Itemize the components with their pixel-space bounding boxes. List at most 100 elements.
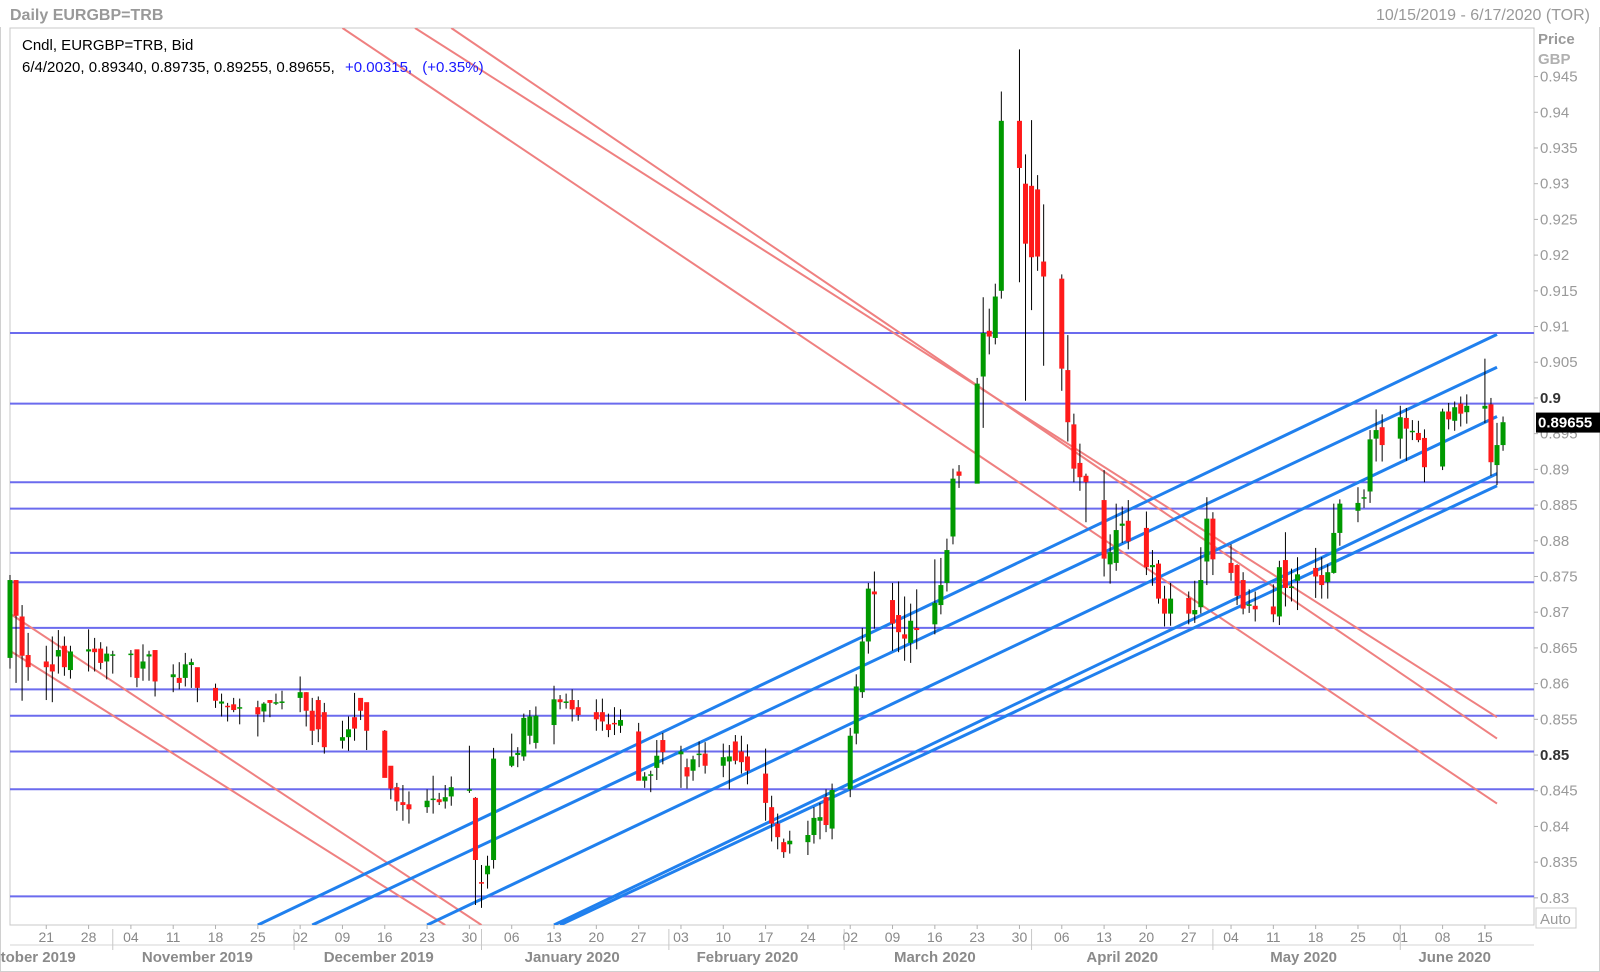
candle-body [599,712,605,722]
date-tick-label: 06 [1054,929,1070,945]
candle-body [382,730,388,778]
candle[interactable] [521,713,527,761]
candle-body [303,692,309,711]
price-tick-label: 0.915 [1540,283,1578,300]
candle-body [726,756,732,762]
candle-body [1373,430,1379,439]
month-label: December 2019 [324,949,434,966]
date-tick-label: 18 [208,929,224,945]
candle-body [1482,405,1488,409]
candle-body [346,729,352,738]
candle-body [110,654,116,656]
candle-body [448,787,454,797]
price-tick-label: 0.92 [1540,247,1569,264]
candle-body [478,882,484,884]
month-label: June 2020 [1418,949,1491,966]
price-tick-label: 0.935 [1540,140,1578,157]
candle[interactable] [1035,175,1041,271]
date-tick-label: 21 [38,929,54,945]
candle-body [466,789,472,791]
candle-body [1446,411,1452,420]
candle-body [890,600,896,624]
candle-body [908,620,914,643]
candle-body [1077,462,1083,478]
candle-body [1440,411,1446,467]
candle-body [55,650,61,657]
candle-body [1421,437,1427,468]
candle[interactable] [1276,560,1282,626]
candle-body [702,753,708,766]
candle-body [1415,432,1421,441]
candle-body [1337,503,1343,533]
candle-body [182,664,188,678]
candle-body [509,756,515,766]
candle-body [902,634,908,639]
candle[interactable] [974,377,980,484]
date-tick-label: 09 [885,929,901,945]
candle[interactable] [491,747,497,869]
candle-body [605,724,611,731]
month-label: February 2020 [697,949,799,966]
candle[interactable] [950,468,956,545]
candle-body [1240,580,1246,609]
candle-body [678,751,684,755]
chart-root: Daily EURGBP=TRB 10/15/2019 - 6/17/2020 … [0,0,1600,972]
date-tick-label: 13 [1096,929,1112,945]
candle[interactable] [847,727,853,798]
date-tick-label: 06 [504,929,520,945]
candle-body [485,865,491,875]
candle-body [1452,407,1458,421]
candle-body [1464,405,1470,413]
candle-body [575,707,581,716]
price-axis-title: Price [1538,31,1575,48]
candle-body [49,664,55,672]
candle-body [1246,604,1252,606]
candle[interactable] [7,575,13,669]
candle[interactable] [382,730,388,778]
candle-body [1331,532,1337,573]
price-tick-label: 0.925 [1540,211,1578,228]
candle-body [43,661,49,668]
candle-body [1458,403,1464,414]
candle[interactable] [1155,560,1161,604]
candle-body [1488,404,1494,463]
price-tick-label: 0.84 [1540,818,1569,835]
candle[interactable] [636,722,642,781]
candle-body [1367,439,1373,492]
candle-body [1204,518,1210,562]
candle-body [237,707,243,709]
date-tick-label: 23 [969,929,985,945]
candlestick-chart[interactable]: Daily EURGBP=TRB 10/15/2019 - 6/17/2020 … [0,0,1600,972]
date-tick-label: 25 [1350,929,1366,945]
candle-body [273,702,279,704]
candle[interactable] [1440,408,1446,471]
candle-body [720,757,726,766]
candle-body [339,737,345,741]
candle-body [950,478,956,537]
candle-body [1270,606,1276,615]
legend-ohlc: 6/4/2020, 0.89340, 0.89735, 0.89255, 0.8… [22,59,484,76]
candle-body [188,662,194,666]
legend-series: Cndl, EURGBP=TRB, Bid [22,37,193,54]
candle-body [781,842,787,853]
candle-body [557,699,563,703]
price-axis-currency: GBP [1538,51,1571,68]
candle-body [1119,523,1125,526]
candle-body [134,649,140,678]
candle-body [618,720,624,726]
chart-frame [0,0,1600,972]
price-tick-label: 0.875 [1540,568,1578,585]
candle-body [1228,562,1234,573]
candle-body [1125,520,1131,542]
candle[interactable] [998,91,1004,299]
candle-body [104,653,110,662]
candle-body [231,704,237,711]
current-price-marker: 0.89655 [1536,412,1600,433]
month-label: October 2019 [0,949,76,966]
candle-body [871,591,877,595]
candle-body [213,687,219,701]
candle-body [1295,574,1301,581]
candle-body [865,588,871,642]
date-tick-label: 17 [758,929,774,945]
candle-body [956,471,962,476]
